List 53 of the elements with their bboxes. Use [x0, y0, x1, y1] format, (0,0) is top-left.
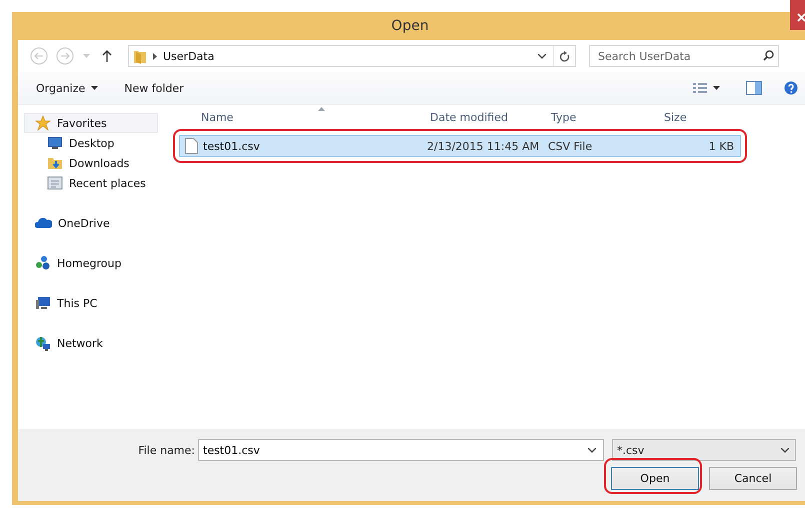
file-size: 1 KB — [708, 140, 734, 152]
up-arrow-icon — [102, 50, 112, 62]
recent-places-icon — [47, 175, 63, 191]
cancel-button[interactable]: Cancel — [709, 467, 797, 490]
chevron-down-icon — [538, 54, 546, 58]
folder-download-icon — [47, 155, 63, 171]
file-type: CSV File — [547, 140, 594, 152]
column-header[interactable]: Size — [656, 110, 736, 124]
open-button[interactable]: Open — [611, 467, 699, 490]
search-icon — [763, 50, 774, 61]
nav-item[interactable]: Homegroup — [24, 253, 158, 273]
chevron-right-icon — [153, 52, 157, 60]
computer-icon — [35, 296, 51, 310]
caret-icon — [713, 86, 720, 90]
homegroup-icon — [35, 255, 51, 271]
close-icon — [796, 13, 805, 22]
sort-arrow-icon — [318, 107, 325, 111]
caret-icon — [91, 86, 98, 90]
refresh-icon — [560, 50, 570, 62]
preview-pane-icon — [746, 81, 762, 95]
new-folder-button[interactable]: New folder — [118, 78, 190, 98]
nav-item[interactable]: Recent places — [24, 173, 158, 193]
star-icon — [35, 115, 51, 131]
chevron-down-icon — [588, 448, 596, 453]
help-icon — [784, 81, 798, 95]
nav-item[interactable]: Network — [24, 333, 158, 353]
cloud-icon — [35, 217, 52, 229]
file-type-dropdown[interactable]: *.csv — [612, 439, 796, 461]
nav-item[interactable]: Desktop — [24, 133, 158, 153]
nav-item[interactable]: OneDrive — [24, 213, 158, 233]
nav-item[interactable]: This PC — [24, 293, 158, 313]
nav-item[interactable]: Favorites — [24, 113, 158, 133]
file-name-label: File name: — [137, 444, 196, 456]
desktop-icon — [47, 136, 63, 150]
list-view-icon — [693, 82, 707, 94]
breadcrumb-folder[interactable]: UserData — [163, 50, 214, 62]
column-header[interactable]: Name — [176, 110, 422, 124]
column-header[interactable]: Type — [543, 110, 656, 124]
file-name-field[interactable]: test01.csv — [198, 439, 604, 461]
nav-item[interactable]: Downloads — [24, 153, 158, 173]
window-title: Open — [390, 17, 430, 36]
chevron-down-icon — [781, 448, 789, 452]
caret-icon — [82, 54, 90, 58]
search-field[interactable]: Search UserData — [589, 45, 779, 67]
network-icon — [35, 336, 51, 350]
address-bar[interactable]: UserData — [128, 45, 576, 67]
file-name: test01.csv — [203, 140, 260, 152]
column-header[interactable]: Date modified — [422, 110, 543, 124]
file-date: 2/13/2015 11:45 AM — [426, 140, 540, 152]
folder-icon — [133, 48, 147, 64]
file-icon — [185, 138, 198, 154]
file-row[interactable]: test01.csv 2/13/2015 11:45 AM CSV File 1 KB — [179, 135, 741, 157]
organize-menu[interactable]: Organize — [30, 78, 104, 98]
